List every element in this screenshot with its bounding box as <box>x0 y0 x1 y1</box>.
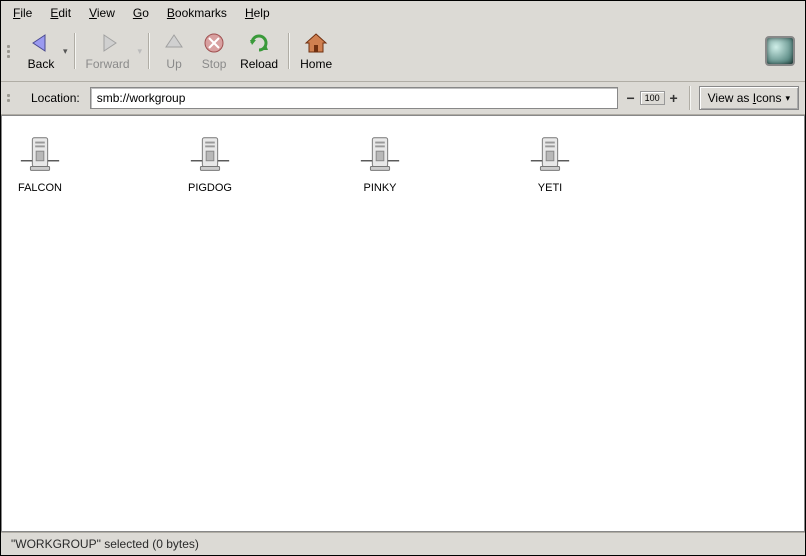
back-label: Back <box>28 57 55 71</box>
back-dropdown[interactable]: ▾ <box>61 39 70 63</box>
status-bar: "WORKGROUP" selected (0 bytes) <box>1 532 805 555</box>
back-icon <box>29 31 53 55</box>
host-item-falcon[interactable]: FALCON <box>10 132 70 194</box>
menu-file[interactable]: File <box>5 3 40 23</box>
view-as-label: View as Icons <box>708 91 782 105</box>
computer-icon <box>17 132 63 178</box>
home-label: Home <box>300 57 332 71</box>
separator <box>148 33 150 69</box>
menu-edit[interactable]: Edit <box>42 3 79 23</box>
zoom-control: − 100 + <box>624 90 681 106</box>
chevron-down-icon: ▾ <box>785 93 790 104</box>
menubar: File Edit View Go Bookmarks Help <box>1 1 805 25</box>
reload-label: Reload <box>240 57 278 71</box>
separator <box>288 33 290 69</box>
forward-dropdown: ▾ <box>136 39 145 63</box>
location-input[interactable] <box>90 87 618 109</box>
computer-icon <box>187 132 233 178</box>
forward-label: Forward <box>86 57 130 71</box>
throbber-icon <box>765 36 795 66</box>
up-label: Up <box>166 57 181 71</box>
zoom-in-button[interactable]: + <box>667 90 681 106</box>
up-icon <box>162 31 186 55</box>
stop-button: Stop <box>194 29 234 73</box>
forward-button: Forward <box>80 29 136 73</box>
host-label: FALCON <box>18 182 62 194</box>
menu-go[interactable]: Go <box>125 3 157 23</box>
toolbar: Back ▾ Forward ▾ Up Stop Reload Home <box>1 25 805 82</box>
zoom-value[interactable]: 100 <box>640 91 665 105</box>
location-label: Location: <box>27 91 84 105</box>
home-button[interactable]: Home <box>294 29 338 73</box>
location-bar: Location: − 100 + View as Icons ▾ <box>1 82 805 115</box>
view-as-button[interactable]: View as Icons ▾ <box>699 86 799 110</box>
reload-icon <box>247 31 271 55</box>
computer-icon <box>527 132 573 178</box>
up-button: Up <box>154 29 194 73</box>
home-icon <box>304 31 328 55</box>
zoom-out-button[interactable]: − <box>624 90 638 106</box>
host-item-pigdog[interactable]: PIGDOG <box>180 132 240 194</box>
reload-button[interactable]: Reload <box>234 29 284 73</box>
host-label: PIGDOG <box>188 182 232 194</box>
icon-view[interactable]: FALCON PIGDOG PINKY <box>1 115 805 532</box>
forward-icon <box>96 31 120 55</box>
separator <box>74 33 76 69</box>
stop-label: Stop <box>202 57 227 71</box>
menu-view[interactable]: View <box>81 3 123 23</box>
menu-bookmarks[interactable]: Bookmarks <box>159 3 235 23</box>
separator <box>689 86 691 110</box>
location-grip[interactable] <box>7 87 15 109</box>
stop-icon <box>202 31 226 55</box>
menu-help[interactable]: Help <box>237 3 278 23</box>
host-label: YETI <box>538 182 562 194</box>
host-item-yeti[interactable]: YETI <box>520 132 580 194</box>
host-item-pinky[interactable]: PINKY <box>350 132 410 194</box>
computer-icon <box>357 132 403 178</box>
toolbar-grip[interactable] <box>7 27 15 75</box>
host-label: PINKY <box>363 182 396 194</box>
back-button[interactable]: Back <box>21 29 61 73</box>
status-text: "WORKGROUP" selected (0 bytes) <box>11 537 199 551</box>
